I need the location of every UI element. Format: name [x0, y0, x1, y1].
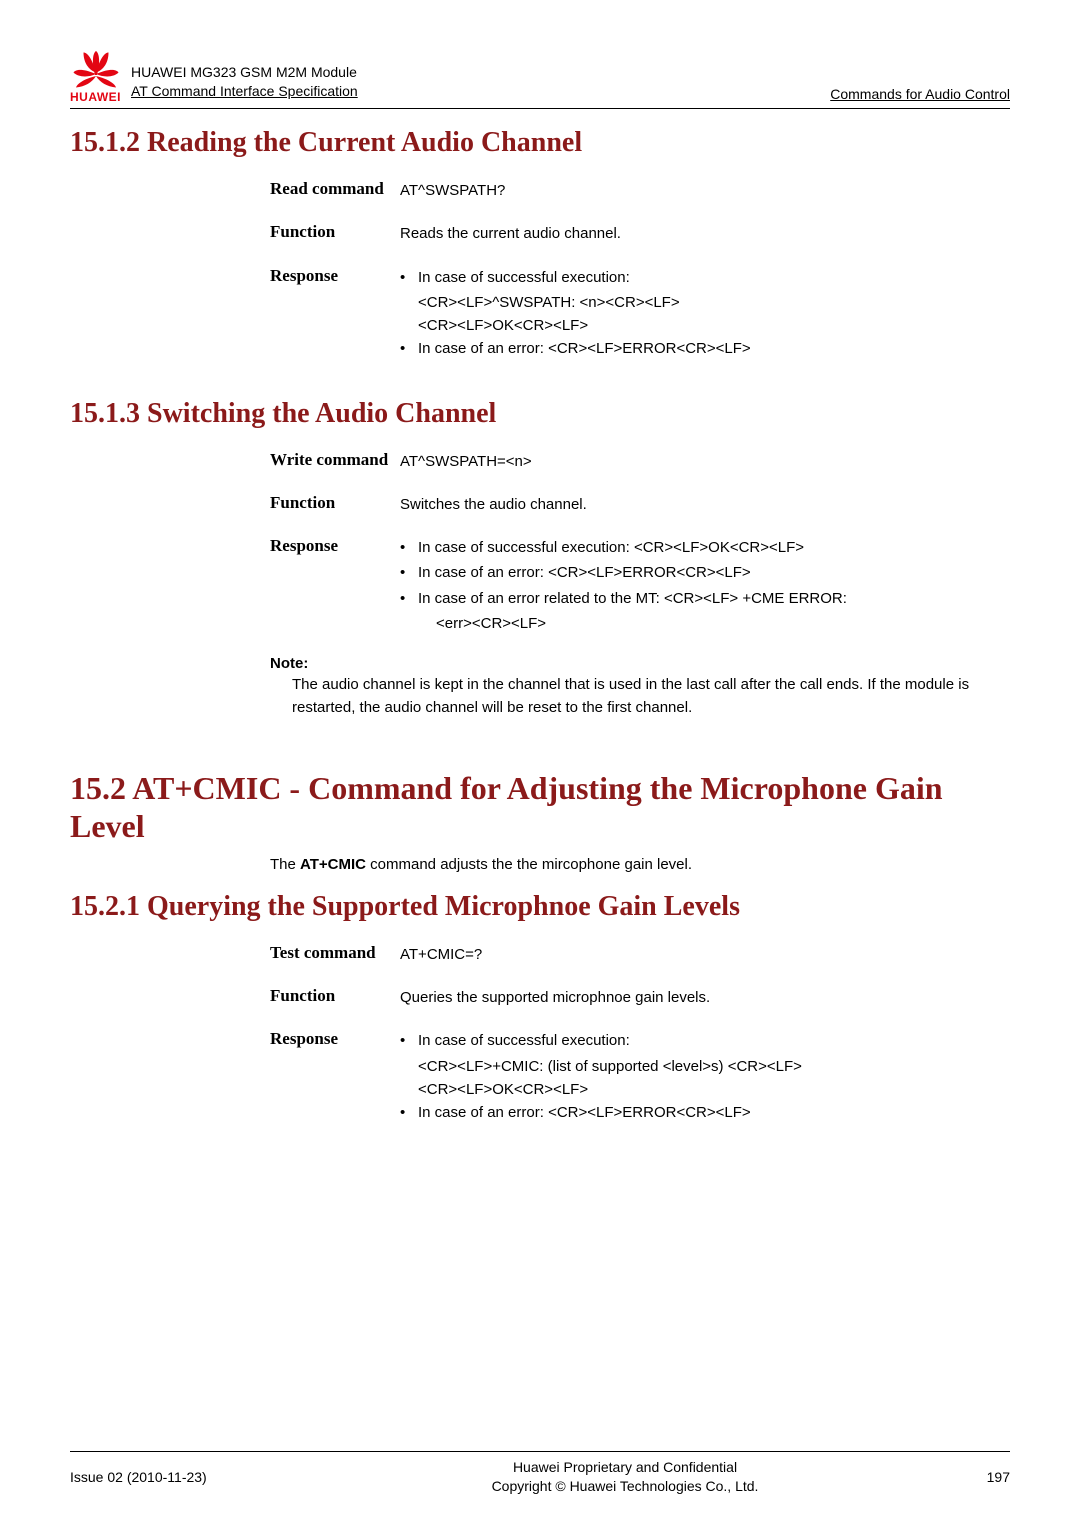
- write-command-value: AT^SWSPATH=<n>: [400, 450, 1010, 473]
- section-15-1-2-title: 15.1.2 Reading the Current Audio Channel: [70, 127, 1010, 159]
- response-label: Response: [270, 266, 400, 286]
- note-text: The audio channel is kept in the channel…: [292, 674, 1010, 719]
- header-right: Commands for Audio Control: [830, 86, 1010, 104]
- brand-text: HUAWEI: [70, 90, 121, 104]
- function-label: Function: [270, 222, 400, 242]
- function-value: Switches the audio channel.: [400, 493, 1010, 516]
- header-subtitle: AT Command Interface Specification: [131, 82, 830, 102]
- footer-center: Huawei Proprietary and Confidential Copy…: [320, 1458, 930, 1497]
- section-15-1-3-title: 15.1.3 Switching the Audio Channel: [70, 398, 1010, 430]
- header-product: HUAWEI MG323 GSM M2M Module: [131, 63, 830, 83]
- header-title-block: HUAWEI MG323 GSM M2M Module AT Command I…: [131, 63, 830, 104]
- huawei-petal-icon: [71, 50, 121, 90]
- page-header: HUAWEI HUAWEI MG323 GSM M2M Module AT Co…: [70, 50, 1010, 109]
- write-command-label: Write command: [270, 450, 400, 470]
- huawei-logo: HUAWEI: [70, 50, 121, 104]
- note-block: Note: The audio channel is kept in the c…: [270, 655, 1010, 719]
- section-15-2-para: The AT+CMIC command adjusts the the mirc…: [270, 856, 1010, 873]
- response-label: Response: [270, 1029, 400, 1049]
- response-value: •In case of successful execution: <CR><L…: [400, 536, 1010, 635]
- response-value: •In case of successful execution: <CR><L…: [400, 266, 1010, 363]
- function-value: Queries the supported microphnoe gain le…: [400, 986, 1010, 1009]
- page-footer: Issue 02 (2010-11-23) Huawei Proprietary…: [70, 1451, 1010, 1497]
- section-15-2-1-title: 15.2.1 Querying the Supported Microphnoe…: [70, 891, 1010, 923]
- footer-issue: Issue 02 (2010-11-23): [70, 1469, 320, 1485]
- test-command-value: AT+CMIC=?: [400, 943, 1010, 966]
- read-command-value: AT^SWSPATH?: [400, 179, 1010, 202]
- section-15-2-title: 15.2 AT+CMIC - Command for Adjusting the…: [70, 769, 1010, 846]
- note-title: Note:: [270, 655, 1010, 672]
- test-command-label: Test command: [270, 943, 400, 963]
- function-label: Function: [270, 493, 400, 513]
- response-value: •In case of successful execution: <CR><L…: [400, 1029, 1010, 1126]
- read-command-label: Read command: [270, 179, 400, 199]
- function-value: Reads the current audio channel.: [400, 222, 1010, 245]
- footer-page-number: 197: [930, 1469, 1010, 1485]
- response-label: Response: [270, 536, 400, 556]
- function-label: Function: [270, 986, 400, 1006]
